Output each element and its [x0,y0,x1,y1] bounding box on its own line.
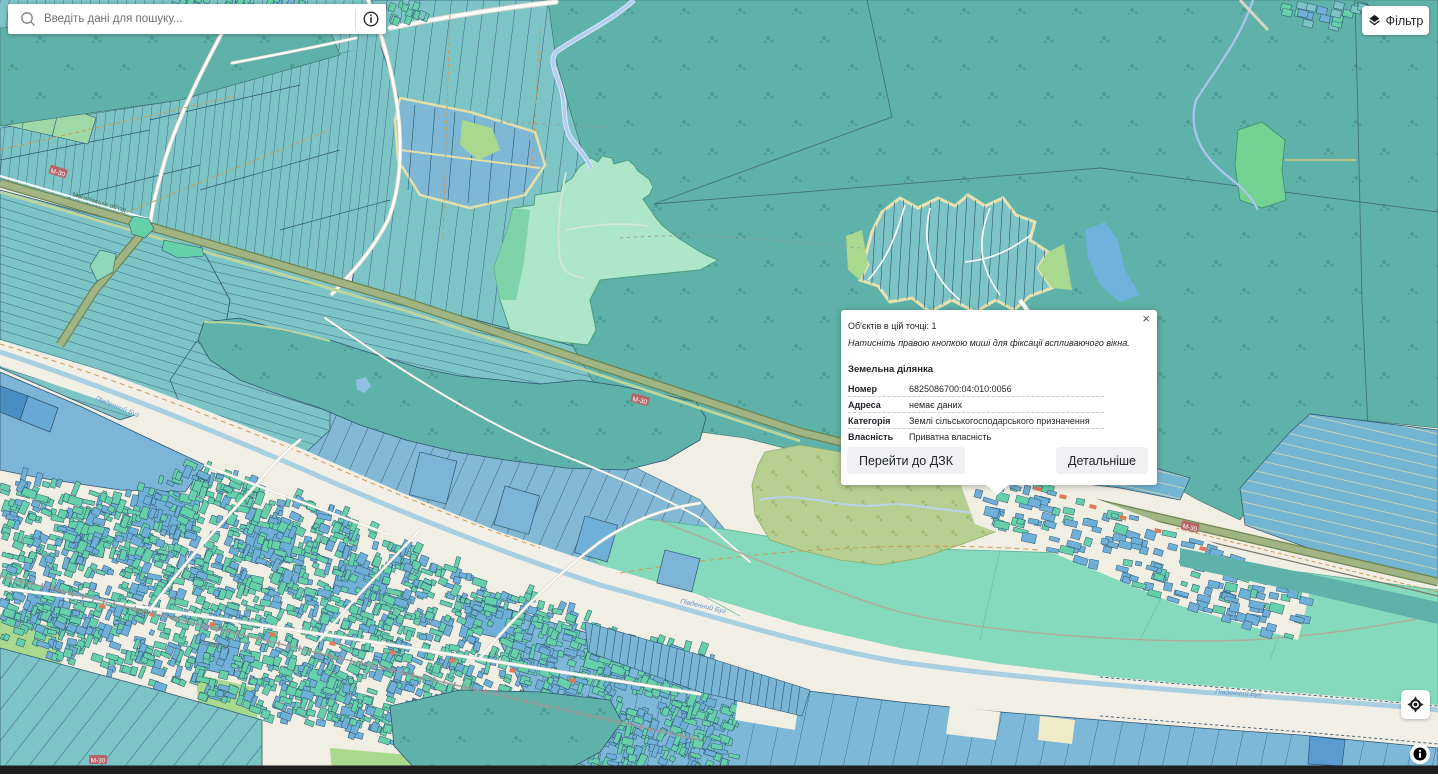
svg-text:М-30: М-30 [91,758,106,765]
svg-text:Кони: Кони [136,609,151,616]
